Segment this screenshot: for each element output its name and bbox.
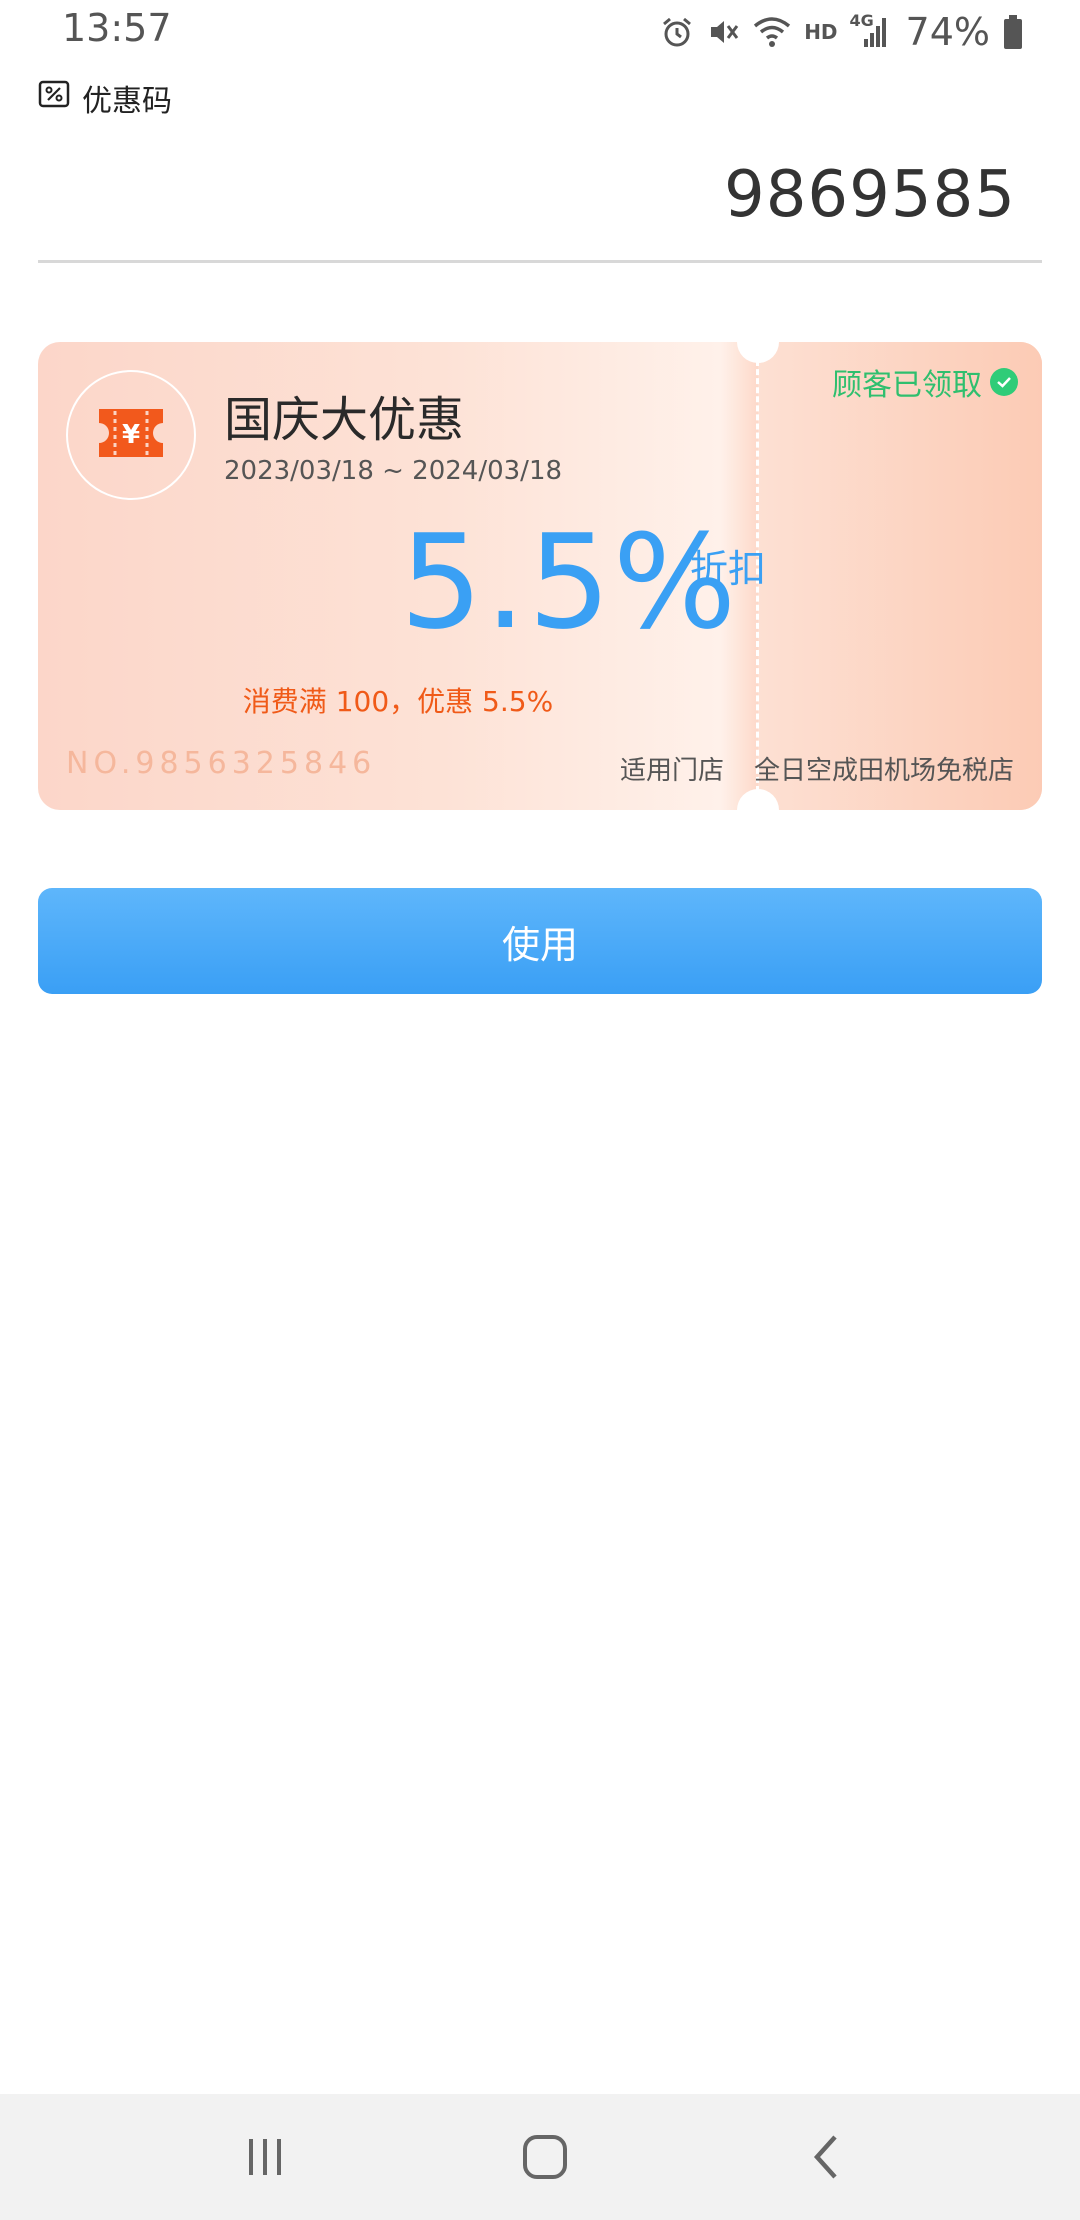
coupon-icon-badge: ¥ (66, 370, 196, 500)
claimed-status-badge: 顾客已领取 (832, 360, 1018, 404)
recent-apps-icon[interactable] (230, 2122, 300, 2192)
coupon-number: NO.9856325846 (66, 746, 377, 781)
coupon-code-icon (38, 80, 70, 116)
battery-icon (1002, 14, 1024, 50)
coupon-title: 国庆大优惠 (224, 392, 465, 448)
claimed-status-text: 顾客已领取 (832, 368, 982, 403)
network-hd-label: HD (804, 20, 838, 44)
wifi-icon (752, 15, 792, 49)
coupon-stub (758, 342, 1042, 810)
discount-value: 5.5% (400, 506, 739, 658)
ticket-yen-icon: ¥ (95, 403, 167, 467)
section-title: 优惠码 (82, 84, 172, 119)
signal-icon: 4G (850, 11, 890, 49)
store-label: 适用门店 (620, 756, 725, 786)
home-icon[interactable] (510, 2122, 580, 2192)
use-button[interactable]: 使用 (38, 888, 1042, 994)
coupon-code-value[interactable]: 9869585 (724, 158, 1016, 232)
alarm-icon (660, 15, 694, 49)
coupon-date-range: 2023/03/18 ~ 2024/03/18 (224, 456, 563, 486)
coupon-code-label: 优惠码 (38, 76, 172, 120)
status-time: 13:57 (62, 6, 172, 50)
battery-percent: 74% (905, 10, 990, 54)
status-bar: 13:57 HD 4G 74% (0, 0, 1080, 64)
discount-condition: 消费满 100，优惠 5.5% (242, 685, 554, 718)
coupon-card[interactable]: ¥ 国庆大优惠 2023/03/18 ~ 2024/03/18 5.5% 折扣 … (38, 342, 1042, 810)
discount-unit: 折扣 (690, 547, 767, 591)
store-name: 全日空成田机场免税店 (754, 756, 1015, 786)
back-icon[interactable] (792, 2122, 862, 2192)
navigation-bar (0, 2094, 1080, 2220)
svg-text:¥: ¥ (122, 420, 140, 450)
check-circle-icon (990, 368, 1018, 396)
mute-icon (706, 15, 740, 49)
status-icons: HD 4G 74% (660, 8, 1024, 56)
coupon-code-field[interactable]: 9869585 (38, 130, 1042, 263)
